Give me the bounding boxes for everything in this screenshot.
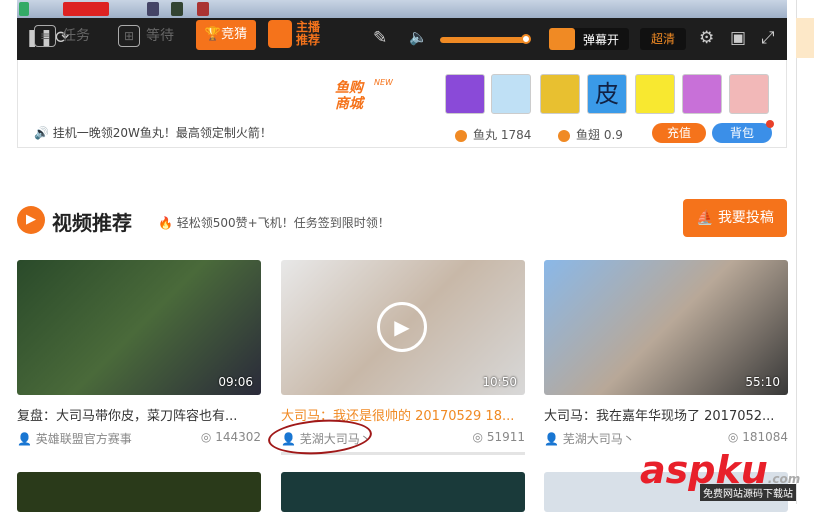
gift-cake[interactable]	[682, 74, 722, 114]
gift-ok[interactable]	[635, 74, 675, 114]
gift-pi[interactable]: 皮	[587, 74, 627, 114]
view-count: ◎ 144302	[200, 430, 261, 444]
video-title[interactable]: 复盘：大司马带你皮，菜刀阵容也有...	[17, 405, 261, 424]
watermark-slogan: 免费网站源码下载站	[700, 484, 796, 501]
task-button[interactable]: ≡ 任务	[34, 22, 90, 50]
anchor-recommend-link[interactable]: 主播推荐	[296, 21, 326, 47]
view-count: ◎ 181084	[727, 430, 788, 444]
trophy-icon: 🏆	[204, 27, 222, 42]
video-thumbnail[interactable]: 09:06	[17, 260, 261, 395]
fish-shop-link[interactable]: 鱼购商城	[335, 80, 369, 112]
sidebar-banner[interactable]	[796, 18, 814, 58]
fish-balls: 鱼丸 1784	[455, 126, 531, 143]
section-title: 视频推荐	[52, 211, 132, 235]
new-badge: NEW	[374, 78, 393, 87]
list-icon: ≡	[34, 25, 56, 47]
upload-button[interactable]: ⛵ 我要投稿	[683, 199, 787, 237]
wait-button[interactable]: ⊞ 等待	[118, 22, 174, 50]
volume-icon[interactable]: 🔈	[409, 28, 428, 46]
video-thumbnail[interactable]: ▶ 10:50	[281, 260, 525, 395]
gift-rocket[interactable]	[445, 74, 485, 114]
video-section-icon: ▶	[17, 206, 45, 234]
fire-icon: 🔥	[158, 216, 177, 230]
gift-vip[interactable]	[729, 74, 769, 114]
video-author[interactable]: 👤 英雄联盟官方赛事	[17, 430, 132, 447]
widescreen-icon[interactable]: ▣	[730, 28, 746, 48]
fish-ball-icon	[455, 129, 467, 142]
boat-icon: ⛵	[696, 210, 718, 226]
video-frame[interactable]	[17, 0, 787, 18]
video-thumbnail[interactable]: 55:10	[544, 260, 788, 395]
fullscreen-icon[interactable]: ⤢	[761, 28, 775, 48]
recharge-button[interactable]: 充值	[652, 123, 706, 143]
danmu-toggle[interactable]: 弹幕开	[549, 28, 629, 50]
guess-button[interactable]: 🏆竞猜	[196, 20, 256, 50]
fish-fins: 鱼翅 0.9	[558, 126, 623, 143]
video-title[interactable]: 大司马：我在嘉年华现场了 2017052...	[544, 405, 788, 424]
play-icon[interactable]: ▶	[377, 302, 427, 352]
gift-icon: ⊞	[118, 25, 140, 47]
video-card[interactable]: 55:10 大司马：我在嘉年华现场了 2017052... 👤 芜湖大司马丶 ◎ …	[544, 260, 788, 447]
notice[interactable]: 🔊 挂机一晚领20W鱼丸！最高领定制火箭！	[34, 124, 272, 141]
video-thumbnail[interactable]	[17, 472, 261, 512]
volume-slider[interactable]	[440, 37, 528, 43]
speaker-icon: 🔊	[34, 126, 53, 140]
video-author[interactable]: 👤 芜湖大司马丶	[544, 430, 635, 447]
volume-handle[interactable]	[521, 34, 531, 44]
gift-gold[interactable]	[540, 74, 580, 114]
cart-icon	[268, 20, 292, 48]
notification-dot	[766, 120, 774, 128]
bag-button[interactable]: 背包	[712, 123, 772, 143]
edit-icon[interactable]: ✎	[373, 28, 387, 48]
view-count: ◎ 51911	[472, 430, 525, 444]
section-tip[interactable]: 🔥 轻松领500赞+飞机！任务签到限时领！	[158, 214, 390, 231]
fish-fin-icon	[558, 129, 570, 142]
settings-icon[interactable]: ⚙	[699, 28, 714, 48]
video-card[interactable]: 09:06 复盘：大司马带你皮，菜刀阵容也有... 👤 英雄联盟官方赛事 ◎ 14…	[17, 260, 261, 447]
gift-plane[interactable]	[491, 74, 531, 114]
video-thumbnail[interactable]	[281, 472, 525, 512]
quality-button[interactable]: 超清	[640, 28, 686, 50]
right-sidebar	[796, 0, 814, 504]
